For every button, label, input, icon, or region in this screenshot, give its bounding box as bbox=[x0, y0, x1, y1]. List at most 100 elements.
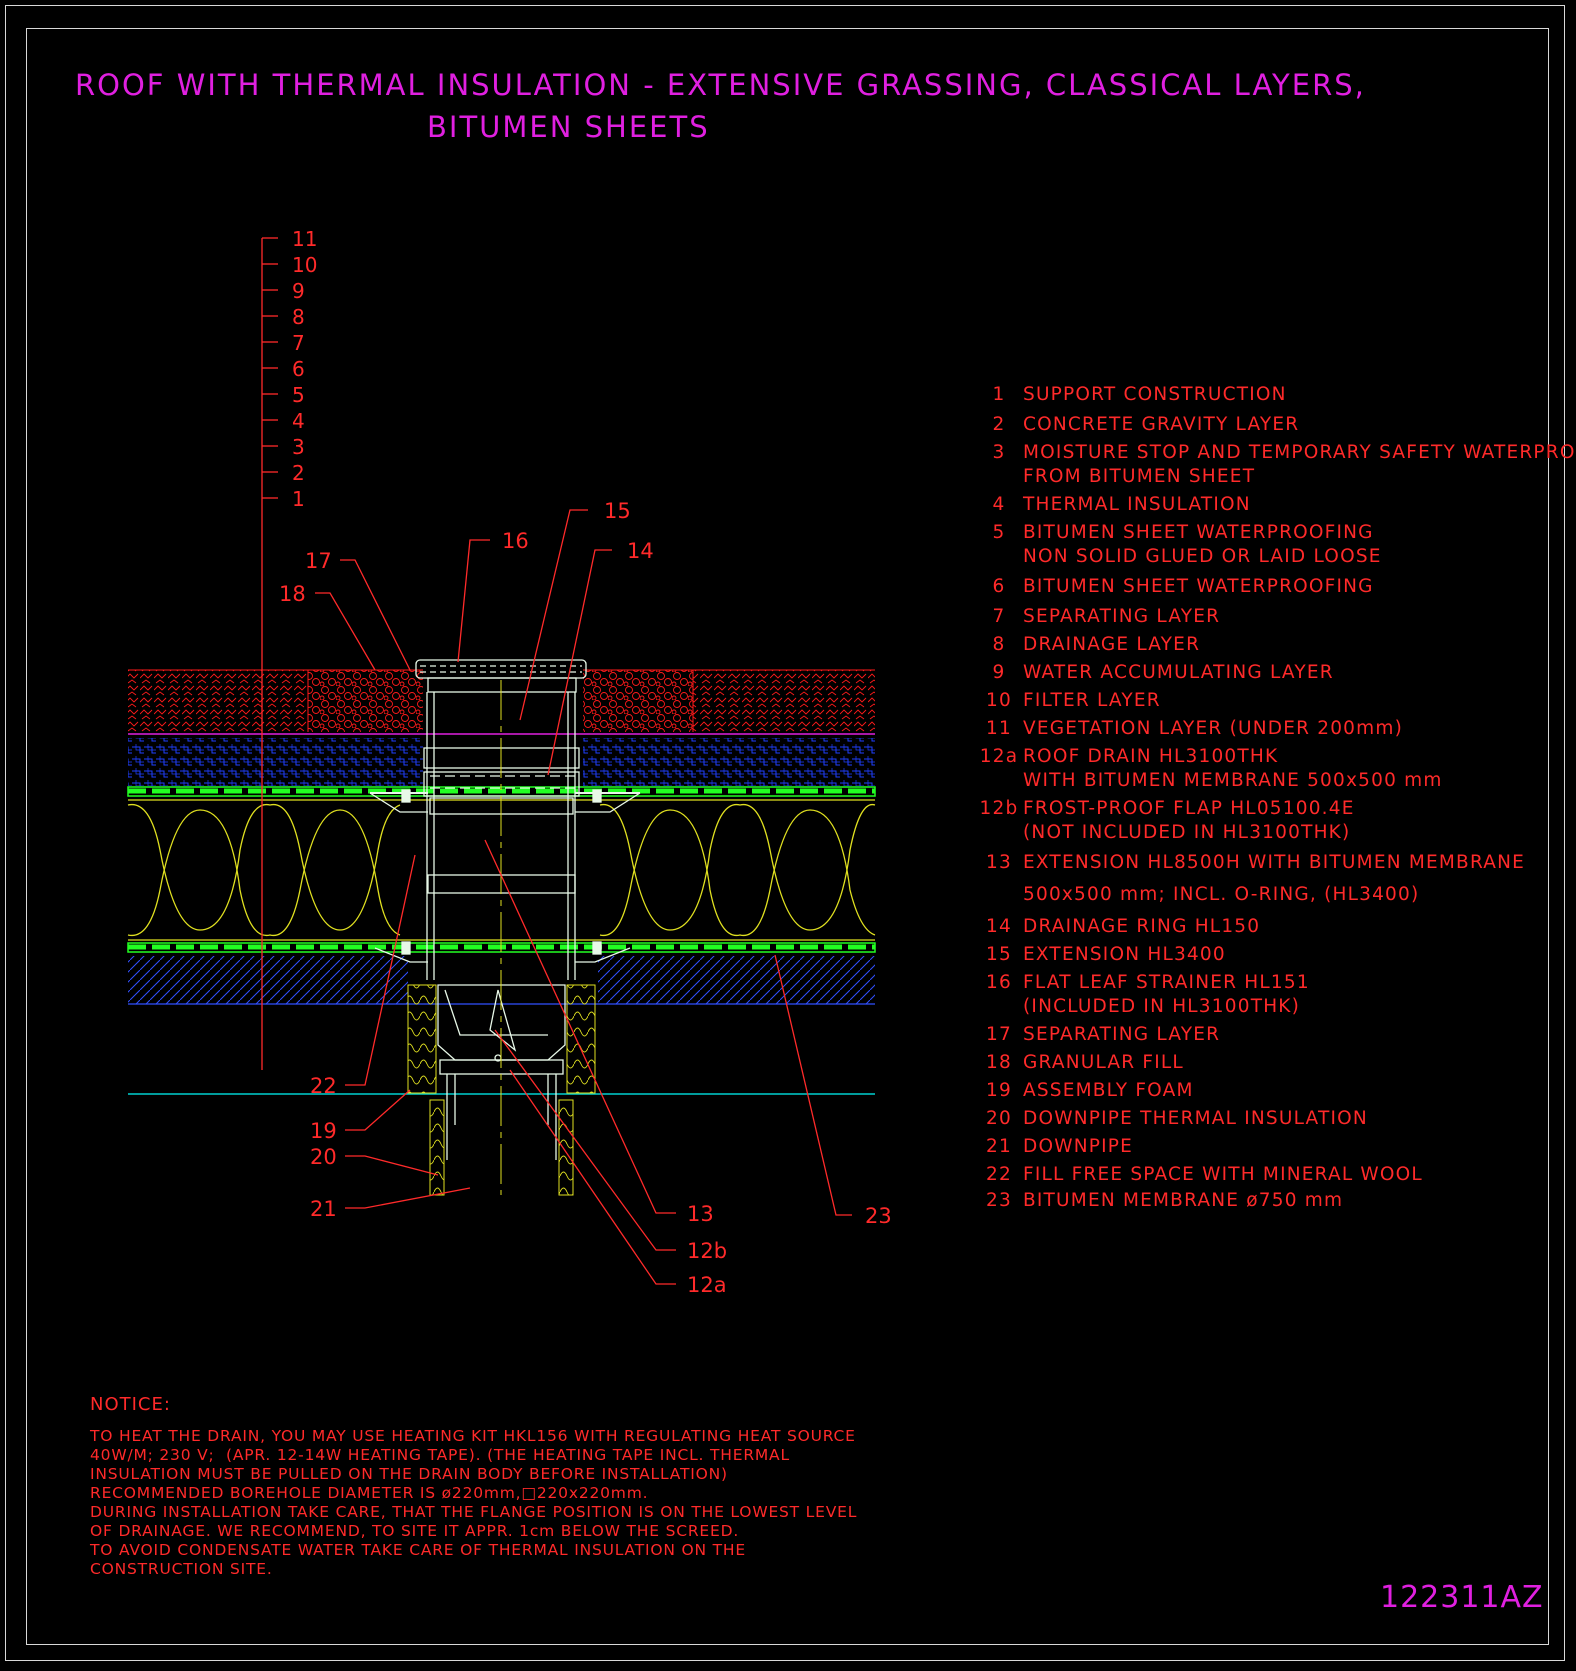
legend-text: SEPARATING LAYER bbox=[1023, 606, 1221, 627]
legend-item-9: 9 WATER ACCUMULATING LAYER bbox=[975, 662, 1555, 684]
legend-number bbox=[975, 822, 1023, 844]
legend-text: ASSEMBLY FOAM bbox=[1023, 1080, 1194, 1101]
legend-number: 7 bbox=[992, 606, 1006, 627]
legend-text: SUPPORT CONSTRUCTION bbox=[1023, 384, 1287, 405]
legend-number: 8 bbox=[992, 634, 1006, 655]
callout-15: 15 bbox=[604, 499, 631, 523]
legend-text: CONCRETE GRAVITY LAYER bbox=[1023, 414, 1300, 435]
legend-item-12a: 12a ROOF DRAIN HL3100THK bbox=[975, 746, 1555, 768]
legend-item-5: 5 BITUMEN SHEET WATERPROOFING bbox=[975, 522, 1555, 544]
notice-heading: NOTICE: bbox=[90, 1394, 171, 1415]
legend-item-23: 23 BITUMEN MEMBRANE ø750 mm bbox=[975, 1190, 1555, 1212]
legend-item-15: 15 EXTENSION HL3400 bbox=[975, 944, 1555, 966]
legend: 1 SUPPORT CONSTRUCTION 2 CONCRETE GRAVITY L… bbox=[975, 378, 1576, 1212]
legend-text: FILL FREE SPACE WITH MINERAL WOOL bbox=[1023, 1164, 1423, 1185]
scale-label-6: 6 bbox=[292, 357, 305, 381]
legend-text: DOWNPIPE THERMAL INSULATION bbox=[1023, 1108, 1368, 1129]
legend-text: SEPARATING LAYER bbox=[1023, 1024, 1221, 1045]
legend-text: VEGETATION LAYER (UNDER 200mm) bbox=[1023, 718, 1404, 739]
callout-18: 18 bbox=[279, 582, 306, 606]
scale-label-2: 2 bbox=[292, 461, 305, 485]
legend-item-12b: 12b FROST-PROOF FLAP HL05100.4E bbox=[975, 798, 1555, 820]
legend-number: 10 bbox=[986, 690, 1012, 711]
legend-item-20: 20 DOWNPIPE THERMAL INSULATION bbox=[975, 1108, 1555, 1130]
legend-item-16: (INCLUDED IN HL3100THK) bbox=[975, 996, 1555, 1018]
legend-text: DRAINAGE LAYER bbox=[1023, 634, 1201, 655]
drainage-layer-right bbox=[583, 738, 875, 786]
legend-number bbox=[975, 546, 1023, 568]
legend-number: 12b bbox=[979, 798, 1019, 819]
legend-item-11: 11 VEGETATION LAYER (UNDER 200mm) bbox=[975, 718, 1555, 740]
drawing-sheet: ROOF WITH THERMAL INSULATION - EXTENSIVE… bbox=[0, 0, 1576, 1671]
legend-text: WATER ACCUMULATING LAYER bbox=[1023, 662, 1334, 683]
legend-number: 5 bbox=[992, 522, 1006, 543]
legend-number: 4 bbox=[992, 494, 1006, 515]
legend-text: DOWNPIPE bbox=[1023, 1136, 1133, 1157]
legend-number: 6 bbox=[992, 576, 1006, 597]
legend-number: 21 bbox=[986, 1136, 1012, 1157]
scale-label-9: 9 bbox=[292, 279, 305, 303]
notice-line: TO AVOID CONDENSATE WATER TAKE CARE OF T… bbox=[90, 1541, 746, 1559]
callout-19: 19 bbox=[310, 1119, 337, 1143]
leader-lines bbox=[315, 509, 852, 1285]
legend-item-12b: (NOT INCLUDED IN HL3100THK) bbox=[975, 822, 1555, 844]
legend-text: NON SOLID GLUED OR LAID LOOSE bbox=[1023, 546, 1382, 567]
legend-item-3: FROM BITUMEN SHEET bbox=[975, 466, 1555, 488]
callout-13: 13 bbox=[687, 1202, 714, 1226]
scale-label-5: 5 bbox=[292, 383, 305, 407]
legend-item-19: 19 ASSEMBLY FOAM bbox=[975, 1080, 1555, 1102]
notice-line: CONSTRUCTION SITE. bbox=[90, 1560, 273, 1578]
scale-label-8: 8 bbox=[292, 305, 305, 329]
scale-label-4: 4 bbox=[292, 409, 305, 433]
legend-text: DRAINAGE RING HL150 bbox=[1023, 916, 1261, 937]
legend-number: 11 bbox=[986, 718, 1012, 739]
legend-text: EXTENSION HL8500H WITH BITUMEN MEMBRANE bbox=[1023, 852, 1526, 873]
scale-label-1: 1 bbox=[292, 487, 305, 511]
legend-item-4: 4 THERMAL INSULATION bbox=[975, 494, 1555, 516]
scale-label-11: 11 bbox=[292, 227, 317, 251]
notice-line: RECOMMENDED BOREHOLE DIAMETER IS ø220mm,… bbox=[90, 1484, 649, 1502]
callout-21: 21 bbox=[310, 1197, 337, 1221]
legend-item-16: 16 FLAT LEAF STRAINER HL151 bbox=[975, 972, 1555, 994]
legend-number bbox=[975, 466, 1023, 488]
legend-text: ROOF DRAIN HL3100THK bbox=[1023, 746, 1279, 767]
legend-text: FROM BITUMEN SHEET bbox=[1023, 466, 1256, 487]
legend-item-2: 2 CONCRETE GRAVITY LAYER bbox=[975, 414, 1555, 436]
legend-item-18: 18 GRANULAR FILL bbox=[975, 1052, 1555, 1074]
callout-14: 14 bbox=[627, 539, 654, 563]
legend-number: 12a bbox=[979, 746, 1019, 767]
legend-text: BITUMEN SHEET WATERPROOFING bbox=[1023, 576, 1374, 597]
notice-line: 40W/M; 230 V; (APR. 12-14W HEATING TAPE)… bbox=[90, 1446, 790, 1464]
legend-item-17: 17 SEPARATING LAYER bbox=[975, 1024, 1555, 1046]
legend-text: GRANULAR FILL bbox=[1023, 1052, 1184, 1073]
legend-number: 16 bbox=[986, 972, 1012, 993]
concrete-gravity-right bbox=[598, 956, 875, 1004]
legend-item-13: 500x500 mm; INCL. O-RING, (HL3400) bbox=[975, 884, 1555, 906]
notice-line: TO HEAT THE DRAIN, YOU MAY USE HEATING K… bbox=[90, 1427, 856, 1445]
drainage-layer-left bbox=[128, 738, 423, 786]
legend-number bbox=[975, 884, 1023, 906]
legend-text: THERMAL INSULATION bbox=[1023, 494, 1251, 515]
legend-item-8: 8 DRAINAGE LAYER bbox=[975, 634, 1555, 656]
legend-text: 500x500 mm; INCL. O-RING, (HL3400) bbox=[1023, 884, 1420, 905]
scale-label-3: 3 bbox=[292, 435, 305, 459]
legend-item-10: 10 FILTER LAYER bbox=[975, 690, 1555, 712]
downpipe-insulation-right bbox=[558, 1099, 574, 1196]
legend-number: 17 bbox=[986, 1024, 1012, 1045]
callout-23: 23 bbox=[865, 1204, 892, 1228]
legend-item-1: 1 SUPPORT CONSTRUCTION bbox=[975, 384, 1555, 406]
notice-line: OF DRAINAGE. WE RECOMMEND, TO SITE IT AP… bbox=[90, 1522, 740, 1540]
vegetation-layer-right bbox=[693, 670, 875, 732]
notice-line: DURING INSTALLATION TAKE CARE, THAT THE … bbox=[90, 1503, 858, 1521]
granular-fill-left bbox=[308, 670, 423, 732]
concrete-gravity-left bbox=[128, 956, 408, 1004]
legend-number: 23 bbox=[986, 1190, 1012, 1211]
legend-text: WITH BITUMEN MEMBRANE 500x500 mm bbox=[1023, 770, 1443, 791]
legend-item-6: 6 BITUMEN SHEET WATERPROOFING bbox=[975, 576, 1555, 598]
legend-item-21: 21 DOWNPIPE bbox=[975, 1136, 1555, 1158]
callout-12b: 12b bbox=[687, 1239, 727, 1263]
callout-12a: 12a bbox=[687, 1273, 727, 1297]
legend-item-3: 3 MOISTURE STOP AND TEMPORARY SAFETY WATE… bbox=[975, 442, 1576, 464]
legend-item-12a: WITH BITUMEN MEMBRANE 500x500 mm bbox=[975, 770, 1555, 792]
legend-number: 14 bbox=[986, 916, 1012, 937]
